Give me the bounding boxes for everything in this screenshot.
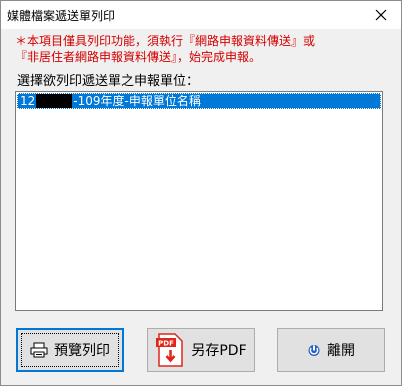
list-item[interactable]: 12 -109年度-申報單位名稱 (17, 93, 381, 109)
unit-listbox[interactable]: 12 -109年度-申報單位名稱 (15, 91, 383, 311)
pdf-badge-text: PDF (158, 340, 174, 348)
select-label: 選擇欲列印遞送單之申報單位： (17, 74, 200, 89)
print-dialog: 媒體檔案遞送單列印 ＊本項目僅具列印功能，須執行『網路申報資料傳送』或 『非居住… (0, 0, 402, 386)
notice-text: ＊本項目僅具列印功能，須執行『網路申報資料傳送』或 『非居住者網路申報資料傳送』… (15, 33, 393, 65)
printer-icon (30, 342, 48, 358)
notice-line-1: ＊本項目僅具列印功能，須執行『網路申報資料傳送』或 (15, 34, 316, 48)
save-pdf-button[interactable]: PDF 另存PDF (147, 328, 255, 372)
redacted-block (36, 94, 73, 108)
exit-button[interactable]: 離開 (277, 328, 385, 372)
exit-label: 離開 (327, 343, 355, 359)
title-bar: 媒體檔案遞送單列印 (1, 1, 401, 29)
preview-print-label: 預覽列印 (54, 343, 110, 359)
preview-print-button[interactable]: 預覽列印 (16, 328, 124, 372)
close-icon (375, 9, 387, 21)
pdf-file-icon: PDF (156, 333, 184, 367)
unit-name: -109年度-申報單位名稱 (73, 94, 201, 108)
power-icon (308, 345, 320, 356)
window-title: 媒體檔案遞送單列印 (7, 9, 116, 23)
close-button[interactable] (361, 1, 401, 29)
save-pdf-label: 另存PDF (191, 343, 247, 359)
notice-line-2: 『非居住者網路申報資料傳送』，始完成申報。 (15, 50, 262, 64)
unit-code-prefix: 12 (20, 94, 36, 108)
